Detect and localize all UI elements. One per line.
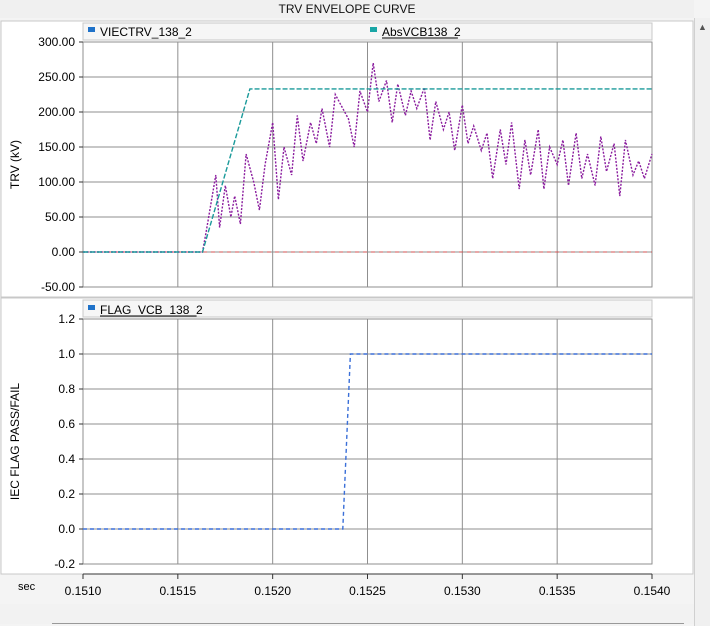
y-tick-label: 50.00	[45, 210, 75, 224]
y-tick-label: 0.4	[58, 452, 75, 466]
y-axis-label: IEC FLAG PASS/FAIL	[8, 383, 22, 500]
trv-envelope-window: TRV ENVELOPE CURVE 300.00 250.00 200.00 150…	[0, 0, 710, 626]
y-tick-label: 250.00	[38, 70, 75, 84]
x-tick-label: 0.1540	[634, 584, 671, 598]
legend-swatch	[370, 27, 377, 32]
y-tick-label: -0.2	[54, 557, 75, 571]
legend-label-AbsVCB138_2: AbsVCB138_2	[382, 25, 461, 39]
horizontal-scrollbar[interactable]	[0, 604, 694, 624]
y-tick-label: 300.00	[38, 35, 75, 49]
y-tick-label: 1.0	[58, 347, 75, 361]
x-tick-label: 0.1525	[349, 584, 386, 598]
y-tick-label: -50.00	[41, 280, 75, 294]
y-axis-label: TRV (kV)	[8, 140, 22, 189]
x-axis-unit-label: sec	[18, 581, 36, 593]
panel-2: 1.2 1.0 0.8 0.6 0.4 0.2 0.0 -0.2 IEC FLAG PASS/F…	[0, 297, 694, 575]
y-tick-label: 0.00	[52, 245, 76, 259]
y-tick-label: 1.2	[58, 312, 75, 326]
y-tick-label: 0.6	[58, 417, 75, 431]
y-tick-label: 0.2	[58, 487, 75, 501]
y-tick-label: 0.0	[58, 522, 75, 536]
legend-label-FLAG_VCB_138_2: FLAG_VCB_138_2	[100, 303, 203, 317]
x-tick-label: 0.1515	[159, 584, 196, 598]
legend-swatch	[88, 305, 95, 310]
legend-label-VIECTRV_138_2: VIECTRV_138_2	[100, 25, 192, 39]
y-tick-label: 200.00	[38, 105, 75, 119]
vertical-scrollbar[interactable]: ▲	[694, 18, 710, 626]
y-tick-label: 0.8	[58, 382, 75, 396]
panel-1: 300.00 250.00 200.00 150.00 100.00 50.00 0.00 -…	[0, 20, 694, 298]
x-tick-label: 0.1520	[254, 584, 291, 598]
x-tick-label: 0.1510	[65, 584, 102, 598]
chart-canvas: 300.00 250.00 200.00 150.00 100.00 50.00 0.00 -…	[0, 18, 694, 604]
x-tick-label: 0.1530	[444, 584, 481, 598]
scroll-track	[52, 623, 684, 624]
y-tick-label: 100.00	[38, 175, 75, 189]
legend-swatch	[88, 27, 95, 32]
y-tick-label: 150.00	[38, 140, 75, 154]
x-tick-label: 0.1535	[539, 584, 576, 598]
scroll-up-icon[interactable]: ▲	[697, 22, 708, 32]
